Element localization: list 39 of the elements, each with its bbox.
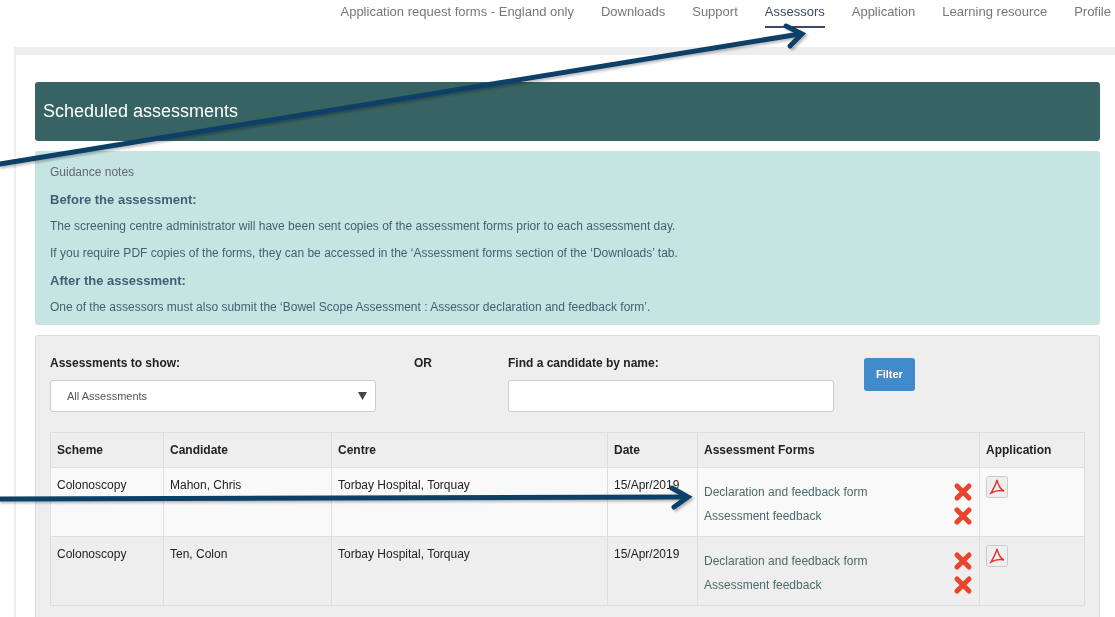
- column-header: Date: [607, 432, 698, 468]
- guidance-text: One of the assessors must also submit the ‘Bowel Scope Assessment : Assessor declaration and feedback form’.: [50, 300, 652, 315]
- guidance-text: If you require PDF copies of the forms, they can be accessed in the ‘Assessment forms section of the ‘Downloads’ tab.: [50, 246, 679, 261]
- table-cell: Mahon, Chris: [163, 467, 332, 537]
- form-link[interactable]: Assessment feedback: [704, 507, 822, 525]
- pdf-icon[interactable]: [986, 545, 1008, 567]
- table-cell: 15/Apr/2019: [607, 536, 698, 606]
- column-header: Application: [979, 432, 1085, 468]
- nav-tab[interactable]: Downloads: [600, 2, 666, 28]
- guidance-heading: Before the assessment:: [50, 192, 198, 207]
- nav-tab[interactable]: Application request forms - England only: [340, 2, 574, 28]
- guidance-text: The screening centre administrator will have been sent copies of the assessment forms prior to each assessment day.: [50, 219, 677, 234]
- candidate-search-field[interactable]: [508, 380, 834, 412]
- form-link[interactable]: Assessment feedback: [704, 576, 822, 594]
- form-link[interactable]: Declaration and feedback form: [704, 552, 868, 570]
- page-title: Scheduled assessments: [35, 82, 1100, 141]
- column-header: Scheme: [50, 432, 164, 468]
- select-label: Assessments to show:: [50, 355, 182, 372]
- dropdown-icon: [358, 392, 367, 400]
- nav-tab[interactable]: Application: [851, 2, 916, 28]
- or-label: OR: [414, 355, 432, 372]
- column-header: Centre: [331, 432, 608, 468]
- column-header: Candidate: [163, 432, 332, 468]
- search-label: Find a candidate by name:: [508, 355, 660, 372]
- nav-tab[interactable]: Profile: [1074, 2, 1111, 28]
- pdf-icon[interactable]: [986, 476, 1008, 498]
- table-cell: Colonoscopy: [50, 467, 164, 537]
- filter-button[interactable]: Filter: [864, 358, 915, 391]
- nav-tab[interactable]: Learning resource: [942, 2, 1048, 28]
- nav-tab[interactable]: Assessors: [764, 2, 825, 28]
- table-cell: Torbay Hospital, Torquay: [331, 536, 608, 606]
- nav-tab[interactable]: Support: [692, 2, 738, 28]
- table-cell: Ten, Colon: [163, 536, 332, 606]
- guidance-heading: After the assessment:: [50, 273, 187, 288]
- guidance-caption: Guidance notes: [50, 165, 136, 180]
- form-link[interactable]: Declaration and feedback form: [704, 483, 868, 501]
- column-header: Assessment Forms: [697, 432, 980, 468]
- assessments-select[interactable]: All Assessments: [50, 380, 376, 412]
- table-cell: Colonoscopy: [50, 536, 164, 606]
